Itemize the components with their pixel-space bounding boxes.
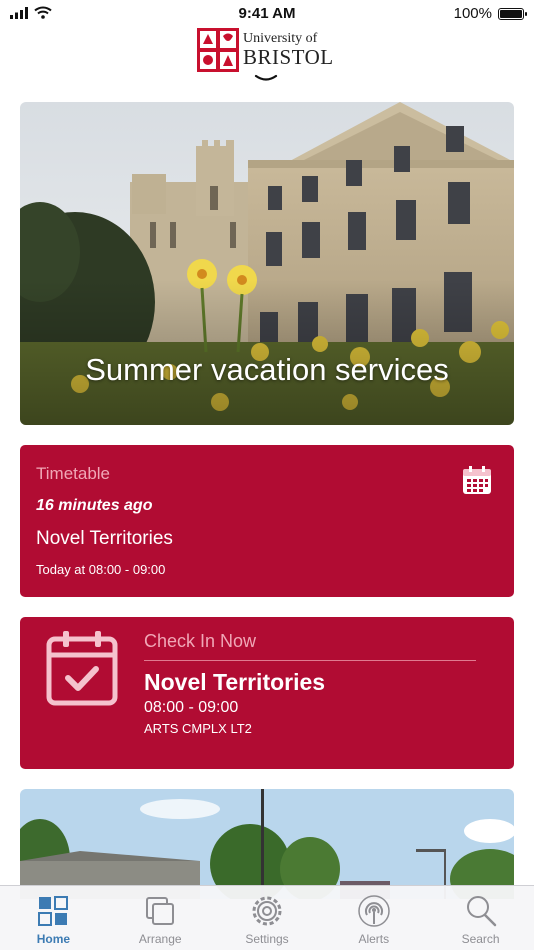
hero-banner[interactable]: Summer vacation services	[20, 102, 514, 425]
checkin-label: Check In Now	[144, 631, 257, 651]
battery-level	[500, 9, 522, 18]
checkin-divider	[144, 660, 476, 661]
tab-search[interactable]: Search	[427, 886, 534, 950]
broadcast-icon	[358, 895, 390, 927]
calendar-check-icon	[46, 631, 118, 706]
grid-icon	[38, 896, 69, 926]
hero-title: Summer vacation services	[85, 352, 449, 387]
university-logo: University of BRISTOL	[197, 28, 334, 72]
timetable-ago: 16 minutes ago	[36, 497, 153, 514]
tab-home[interactable]: Home	[0, 886, 107, 950]
timetable-card[interactable]: Timetable 16 minutes ago Novel Territori…	[20, 445, 514, 597]
timetable-time: Today at 08:00 - 09:00	[36, 562, 166, 577]
logo-line1: University of	[243, 31, 318, 46]
crest-icon	[197, 28, 239, 72]
tab-arrange[interactable]: Arrange	[107, 886, 214, 950]
checkin-card[interactable]: Check In Now Novel Territories 08:00 - 0…	[20, 617, 514, 769]
calendar-icon[interactable]	[462, 465, 492, 495]
search-icon	[466, 896, 496, 927]
campus-photo	[20, 789, 514, 899]
battery-group: 100%	[453, 5, 527, 22]
layers-icon	[146, 897, 175, 925]
checkin-event: Novel Territories	[144, 669, 326, 695]
checkin-room: ARTS CMPLX LT2	[144, 721, 252, 736]
battery-icon	[498, 7, 527, 20]
logo-wordmark: University of BRISTOL	[243, 32, 334, 68]
app-header: University of BRISTOL	[0, 26, 534, 84]
tab-settings[interactable]: Settings	[214, 886, 321, 950]
tab-settings-label: Settings	[245, 932, 289, 946]
tab-alerts[interactable]: Alerts	[320, 886, 427, 950]
tab-arrange-label: Arrange	[138, 932, 182, 946]
status-bar: 9:41 AM 100%	[0, 0, 534, 28]
tab-alerts-label: Alerts	[358, 932, 390, 946]
tab-bar: Home Arrange Settings Alerts Search	[0, 885, 534, 950]
timetable-label: Timetable	[36, 464, 111, 483]
timetable-event: Novel Territories	[36, 528, 173, 549]
news-image-card[interactable]	[20, 789, 514, 899]
tab-home-label: Home	[36, 932, 71, 946]
gear-icon	[252, 896, 282, 926]
logo-line2: BRISTOL	[243, 45, 334, 69]
checkin-time: 08:00 - 09:00	[144, 699, 239, 716]
battery-percent: 100%	[453, 5, 492, 22]
pull-indicator-icon	[254, 74, 278, 81]
tab-search-label: Search	[461, 932, 500, 946]
